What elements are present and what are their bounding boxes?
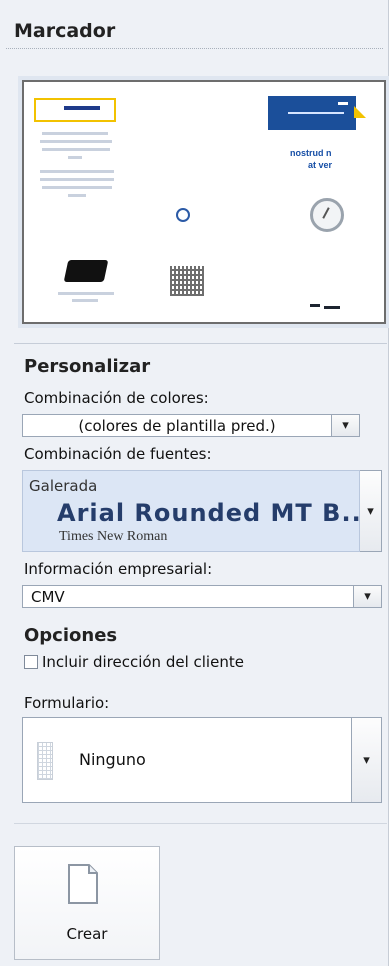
preview-dark-mark xyxy=(310,304,320,307)
preview-headline-line2: at ver xyxy=(308,160,333,170)
dotted-separator xyxy=(6,48,383,49)
color-scheme-label: Combinación de colores: xyxy=(24,389,209,407)
create-button-label: Crear xyxy=(66,925,108,943)
form-icon xyxy=(37,742,53,780)
chevron-down-icon[interactable]: ▾ xyxy=(353,586,381,607)
chevron-down-icon[interactable]: ▾ xyxy=(360,470,382,552)
font-scheme-selector[interactable]: Galerada Arial Rounded MT B... Times New… xyxy=(22,470,371,552)
preview-barcode-block xyxy=(170,266,204,296)
form-label: Formulario: xyxy=(24,694,110,712)
form-value: Ninguno xyxy=(79,750,146,769)
color-scheme-value: (colores de plantilla pred.) xyxy=(78,417,276,435)
customize-group: Personalizar Combinación de colores: (co… xyxy=(14,343,387,824)
bookmark-section: Marcador nostrud n at ver xyxy=(0,0,389,340)
briefcase-image xyxy=(63,260,109,282)
business-info-value: CMV xyxy=(31,588,65,606)
preview-dark-mark xyxy=(324,306,340,309)
preview-text-line xyxy=(42,148,110,151)
chevron-down-icon[interactable]: ▾ xyxy=(331,415,359,436)
preview-text-line xyxy=(40,178,114,181)
preview-text-line xyxy=(40,170,114,173)
business-info-label: Información empresarial: xyxy=(24,560,213,578)
customize-title: Personalizar xyxy=(24,356,151,377)
preview-text-line xyxy=(68,194,86,197)
font-scheme-name: Galerada xyxy=(29,477,98,495)
gear-icon xyxy=(176,208,190,222)
template-options-pane: Marcador nostrud n at ver Personalizar C… xyxy=(0,0,389,966)
preview-band xyxy=(64,106,100,110)
preview-caption-line xyxy=(58,292,114,295)
preview-headline-line1: nostrud n xyxy=(290,148,332,158)
bookmark-title: Marcador xyxy=(14,20,116,42)
template-preview[interactable]: nostrud n at ver xyxy=(22,80,386,324)
preview-text-line xyxy=(40,140,112,143)
font-scheme-minor-font: Times New Roman xyxy=(59,529,168,544)
include-customer-address-label[interactable]: Incluir dirección del cliente xyxy=(42,653,244,671)
include-customer-address-checkbox[interactable] xyxy=(24,655,38,669)
color-scheme-dropdown[interactable]: (colores de plantilla pred.) ▾ xyxy=(22,414,360,437)
form-dropdown[interactable]: Ninguno ▾ xyxy=(22,717,382,803)
preview-blue-header xyxy=(268,96,356,130)
font-scheme-label: Combinación de fuentes: xyxy=(24,445,212,463)
preview-caption-line xyxy=(72,299,98,302)
clock-image xyxy=(310,198,344,232)
preview-text-line xyxy=(42,186,112,189)
preview-yellow-box xyxy=(34,98,116,122)
chevron-down-icon[interactable]: ▾ xyxy=(351,718,381,802)
preview-text-line xyxy=(68,156,82,159)
options-title: Opciones xyxy=(24,625,118,646)
new-document-icon xyxy=(68,864,98,904)
create-button[interactable]: Crear xyxy=(14,846,160,960)
business-info-dropdown[interactable]: CMV ▾ xyxy=(22,585,382,608)
font-scheme-major-font: Arial Rounded MT B... xyxy=(57,499,372,527)
preview-text-line xyxy=(42,132,108,135)
preview-yellow-corner xyxy=(354,106,366,118)
